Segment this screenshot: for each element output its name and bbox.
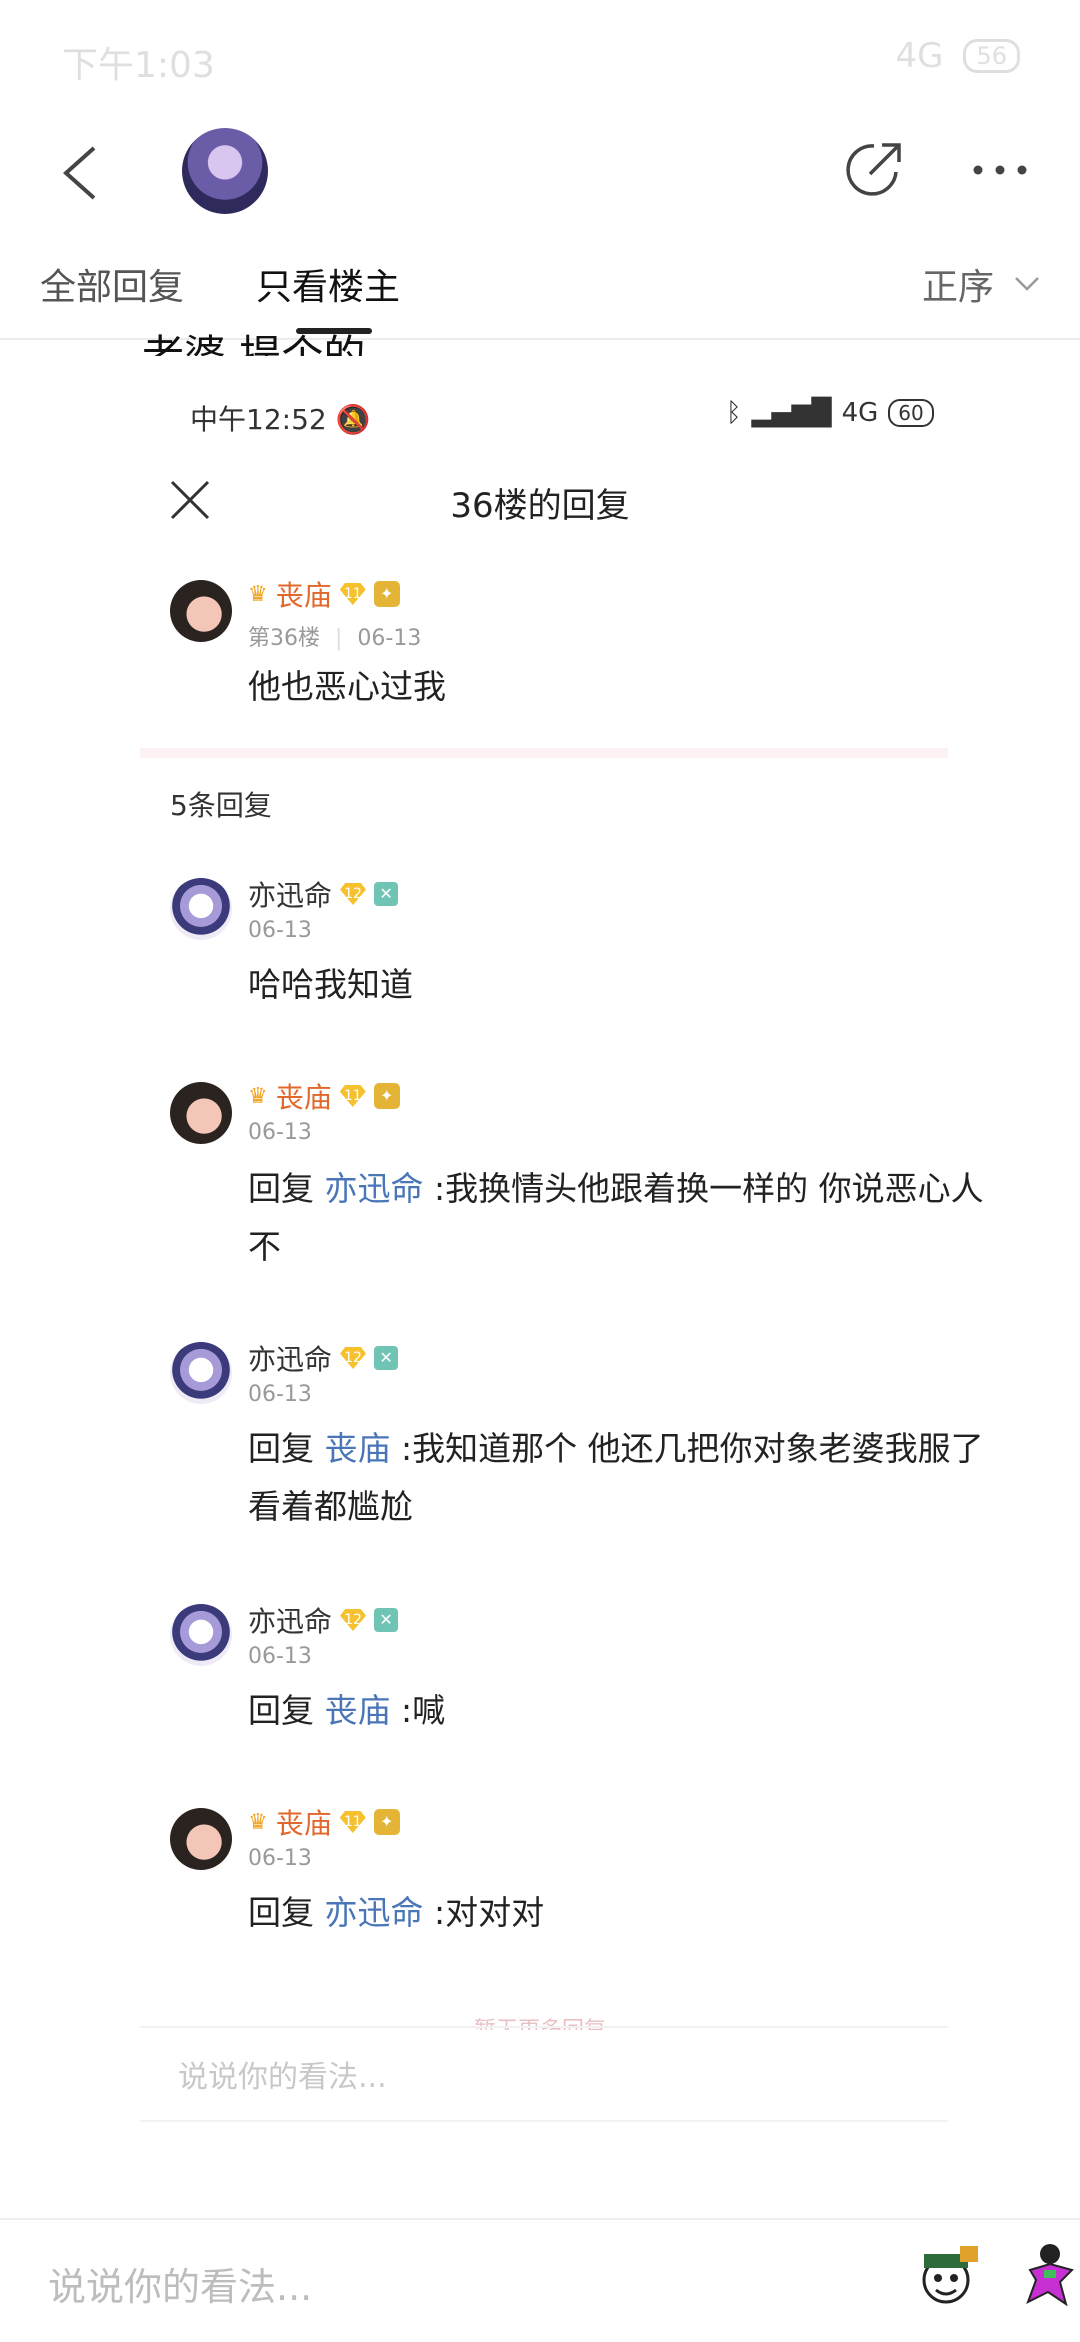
post-text-clipped: 老婆 提个的 xyxy=(142,331,366,356)
member-badge-icon: ✦ xyxy=(373,581,400,607)
level-badge: 11 xyxy=(339,1811,366,1833)
mention-link[interactable]: 亦迅命 xyxy=(325,1169,424,1208)
battery-indicator: 56 xyxy=(963,39,1020,73)
avatar[interactable] xyxy=(170,1082,232,1144)
reply-prefix: 回复 xyxy=(248,1893,325,1932)
member-badge-icon: ✦ xyxy=(373,1083,400,1109)
avatar[interactable] xyxy=(170,1808,232,1870)
reply-content: 回复 丧庙 :喊 xyxy=(248,1682,1008,1740)
level-badge: 12 xyxy=(340,1347,367,1369)
chevron-left-icon xyxy=(62,146,96,200)
post-meta: 第36楼 | 06-13 xyxy=(248,620,421,652)
mute-icon: 🔕 xyxy=(335,403,371,436)
member-badge-icon: ✕ xyxy=(374,1608,399,1632)
embedded-network-label: 4G xyxy=(841,398,879,428)
sort-label: 正序 xyxy=(921,267,994,308)
reply-count: 5条回复 xyxy=(170,789,272,822)
username[interactable]: ♛ 丧庙 11 ✦ xyxy=(248,574,400,614)
status-time: 下午1:03 xyxy=(62,45,215,86)
reply-prefix: 回复 xyxy=(248,1429,325,1468)
embedded-status-time: 中午12:52 🔕 xyxy=(190,398,370,438)
signal-icon: ▂▄▆█ xyxy=(751,398,832,428)
reply-prefix: 回复 xyxy=(248,1169,325,1208)
username[interactable]: 亦迅命 12 ✕ xyxy=(248,1338,399,1378)
username-label: 丧庙 xyxy=(275,579,332,612)
avatar[interactable] xyxy=(170,1604,232,1666)
username-label: 亦迅命 xyxy=(248,1605,333,1638)
meta-separator: | xyxy=(335,626,343,651)
crown-icon: ♛ xyxy=(248,581,268,607)
avatar[interactable] xyxy=(170,878,232,940)
date-label: 06-13 xyxy=(248,918,312,943)
date-label: 06-13 xyxy=(248,1120,312,1145)
username[interactable]: 亦迅命 12 ✕ xyxy=(248,874,399,914)
reply-text: :对对对 xyxy=(423,1893,545,1932)
bluetooth-icon: ᛒ xyxy=(726,398,742,428)
sort-dropdown[interactable]: 正序 xyxy=(922,258,1040,310)
comment-input[interactable]: 说说你的看法... xyxy=(48,2256,312,2311)
avatar[interactable] xyxy=(170,1342,232,1404)
reply-content: 哈哈我知道 xyxy=(248,956,1008,1014)
username-label: 丧庙 xyxy=(275,1807,332,1840)
username[interactable]: ♛ 丧庙 11 ✦ xyxy=(248,1076,400,1116)
share-icon xyxy=(846,143,901,196)
username-label: 丧庙 xyxy=(275,1081,332,1114)
share-button[interactable] xyxy=(842,138,906,202)
status-bar: 下午1:03 4G 56 xyxy=(0,0,1080,120)
reply-prefix: 回复 xyxy=(248,1691,325,1730)
avatar[interactable] xyxy=(170,580,232,642)
embedded-input-placeholder: 说说你的看法... xyxy=(178,2060,387,2095)
sticker-figure-icon[interactable] xyxy=(1010,2240,1080,2312)
sticker-dancer-icon xyxy=(1026,2244,1074,2307)
username[interactable]: 亦迅命 12 ✕ xyxy=(248,1600,399,1640)
level-badge: 12 xyxy=(340,1609,367,1631)
date-label: 06-13 xyxy=(248,1644,312,1669)
crown-icon: ♛ xyxy=(248,1083,268,1109)
date-label: 06-13 xyxy=(357,626,422,651)
username-label: 亦迅命 xyxy=(248,1343,333,1376)
reply-content: 回复 亦迅命 :我换情头他跟着换一样的 你说恶心人不 xyxy=(248,1160,1008,1276)
reply-text: :喊 xyxy=(390,1691,446,1730)
member-badge-icon: ✕ xyxy=(374,882,399,906)
embedded-comment-input: 说说你的看法... xyxy=(140,2026,948,2122)
embedded-time-label: 中午12:52 xyxy=(190,403,327,436)
level-badge: 12 xyxy=(340,883,367,905)
mention-link[interactable]: 丧庙 xyxy=(325,1691,391,1730)
sticker-face-icon xyxy=(922,2246,978,2304)
sticker-emoji-icon[interactable] xyxy=(916,2244,980,2308)
floor-label: 第36楼 xyxy=(248,626,320,651)
more-button[interactable] xyxy=(970,150,1030,190)
post-content: 他也恶心过我 xyxy=(248,667,446,706)
username-label: 亦迅命 xyxy=(248,879,333,912)
divider xyxy=(140,748,948,758)
status-indicators: 4G 56 xyxy=(895,36,1020,76)
date-label: 06-13 xyxy=(248,1382,312,1407)
reply-content: 回复 亦迅命 :对对对 xyxy=(248,1884,1008,1942)
tab-all-replies[interactable]: 全部回复 xyxy=(40,258,184,310)
member-badge-icon: ✦ xyxy=(373,1809,400,1835)
mention-link[interactable]: 亦迅命 xyxy=(325,1893,424,1932)
date-label: 06-13 xyxy=(248,1846,312,1871)
crown-icon: ♛ xyxy=(248,1809,268,1835)
username[interactable]: ♛ 丧庙 11 ✦ xyxy=(248,1802,400,1842)
level-badge: 11 xyxy=(339,583,366,605)
sheet-title: 36楼的回复 xyxy=(450,486,630,526)
embedded-battery: 60 xyxy=(888,399,934,427)
tab-op-only[interactable]: 只看楼主 xyxy=(256,258,400,310)
level-badge: 11 xyxy=(339,1085,366,1107)
network-label: 4G xyxy=(895,36,944,76)
bottom-input-bar: 说说你的看法... xyxy=(0,2218,1080,2342)
member-badge-icon: ✕ xyxy=(374,1346,399,1370)
mention-link[interactable]: 丧庙 xyxy=(325,1429,391,1468)
reply-content: 回复 丧庙 :我知道那个 他还几把你对象老婆我服了 看着都尴尬 xyxy=(248,1420,1008,1536)
thread-owner-avatar[interactable] xyxy=(182,128,268,214)
more-horizontal-icon xyxy=(973,165,1027,175)
chevron-down-icon xyxy=(1015,277,1039,291)
back-button[interactable] xyxy=(56,138,126,208)
embedded-status-indicators: ᛒ ▂▄▆█ 4G 60 xyxy=(726,398,934,428)
reply-text: 哈哈我知道 xyxy=(248,965,413,1004)
